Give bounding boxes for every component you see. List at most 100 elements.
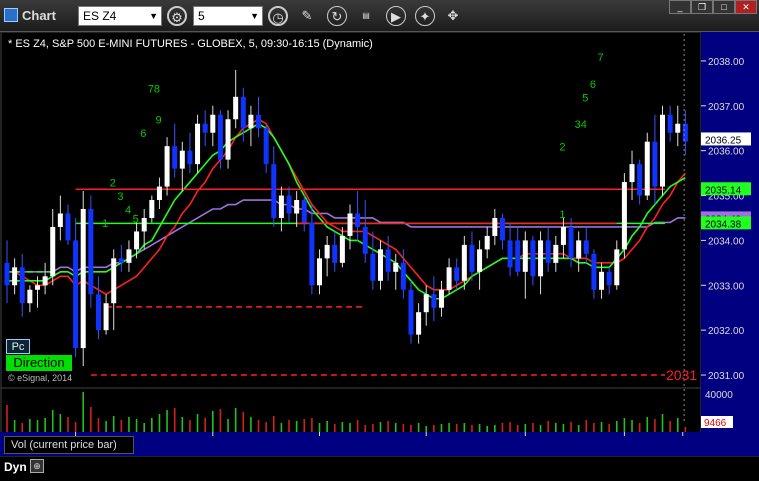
candle-body [454, 267, 460, 281]
volume-bar [631, 420, 633, 432]
candle-body [568, 226, 574, 259]
restore-button[interactable]: ❐ [691, 0, 713, 14]
maximize-button[interactable]: □ [713, 0, 735, 14]
volume-bar [318, 423, 321, 432]
volume-bar [547, 421, 549, 432]
title-bar: Chart ES Z4 ▼ ⚙ 5 ▼ ◷ ✎ ↻ ▤ ▶ ✦ ✥ _ ❐ □ … [0, 0, 759, 32]
candle-body [377, 249, 383, 281]
minimize-button[interactable]: _ [669, 0, 691, 14]
candle-body [515, 240, 521, 272]
candle-body [126, 249, 132, 263]
volume-bar [44, 418, 46, 432]
volume-bar [204, 418, 206, 432]
bar-count-label: 2 [110, 178, 116, 190]
time-clock-icon[interactable]: ◷ [268, 6, 288, 26]
interval-input[interactable]: 5 ▼ [193, 6, 263, 26]
candle-body [606, 271, 612, 286]
volume-bar [212, 411, 214, 432]
candle-body [507, 240, 513, 268]
refresh-icon[interactable]: ↻ [327, 6, 347, 26]
candle-body [362, 226, 368, 254]
chart-app-icon [4, 8, 18, 22]
green-moving-average [7, 122, 686, 300]
volume-bar [128, 417, 130, 432]
candle-body [614, 249, 620, 286]
volume-bar [425, 426, 428, 432]
candle-body [65, 213, 71, 241]
candle-body [583, 240, 589, 254]
volume-bar [623, 418, 626, 432]
volume-bar [661, 414, 664, 432]
tools-icon[interactable]: ✦ [415, 6, 435, 26]
volume-bar [97, 418, 100, 432]
volume-bar [82, 392, 85, 432]
bottom-bar [0, 456, 759, 481]
candle-body [545, 240, 551, 263]
pencil-icon[interactable]: ✎ [297, 6, 317, 26]
interval-clock-icon[interactable]: ⚙ [167, 6, 187, 26]
candle-body [370, 253, 376, 281]
price-label-text: 2036.25 [705, 135, 742, 146]
volume-bar [234, 408, 237, 432]
candle-body [202, 123, 208, 133]
volume-bar [173, 408, 176, 432]
volume-bar [29, 419, 31, 432]
symbol-input[interactable]: ES Z4 ▼ [78, 6, 162, 26]
price-chart[interactable]: 2314569781234567 2038.002037.002036.0020… [0, 32, 759, 480]
candle-body [73, 240, 79, 349]
candle-body [225, 119, 231, 160]
chevron-down-icon[interactable]: ▼ [250, 7, 259, 25]
volume-bar [280, 423, 283, 432]
candle-body [286, 195, 292, 214]
volume-bar [524, 424, 527, 432]
chevron-down-icon[interactable]: ▼ [149, 7, 158, 25]
candle-body [233, 96, 239, 120]
candle-body [263, 128, 269, 165]
volume-bar [105, 421, 107, 432]
volume-bar [615, 421, 618, 432]
candle-body [301, 200, 307, 223]
direction-badge[interactable]: Direction [6, 355, 72, 371]
close-button[interactable]: ✕ [735, 0, 757, 14]
pc-badge[interactable]: Pc [6, 339, 30, 354]
candle-body [538, 240, 544, 277]
candle-body [522, 240, 528, 272]
candle-body [172, 146, 178, 169]
volume-bar [67, 417, 69, 432]
volume-tick-label: 40000 [705, 390, 733, 401]
chart-title: * ES Z4, S&P 500 E-MINI FUTURES - GLOBEX… [8, 38, 373, 50]
zoom-icon[interactable]: ⊕ [30, 459, 44, 473]
volume-bar [471, 425, 473, 432]
volume-bar [288, 420, 290, 432]
candle-body [80, 209, 86, 349]
bar-count-label: 1 [559, 209, 565, 221]
volume-bar [120, 420, 123, 432]
y-tick-label: 2033.00 [708, 281, 745, 292]
candle-body [118, 258, 124, 263]
play-icon[interactable]: ▶ [386, 6, 406, 26]
bar-count-label: 78 [148, 83, 160, 95]
candle-body [667, 114, 673, 133]
quote-icon[interactable]: ▤ [356, 6, 376, 26]
volume-bar [135, 419, 138, 432]
candle-body [644, 141, 650, 196]
candle-body [408, 289, 414, 335]
candle-body [499, 217, 505, 241]
candle-body [339, 235, 345, 263]
drag-icon[interactable]: ✥ [443, 6, 463, 26]
volume-bar [372, 424, 374, 432]
volume-bar [638, 423, 641, 432]
volume-bar [455, 424, 458, 432]
volume-bar [303, 419, 306, 432]
candle-body [210, 114, 216, 133]
volume-bar [478, 424, 481, 432]
volume-bar [532, 423, 534, 432]
candle-body [461, 244, 467, 281]
candle-body [271, 164, 277, 218]
volume-bar [189, 420, 191, 432]
volume-bar [509, 422, 511, 432]
candle-body [57, 213, 63, 227]
candle-body [111, 258, 117, 304]
volume-pane-label: Vol (current price bar) [4, 436, 134, 454]
candle-body [682, 123, 688, 142]
